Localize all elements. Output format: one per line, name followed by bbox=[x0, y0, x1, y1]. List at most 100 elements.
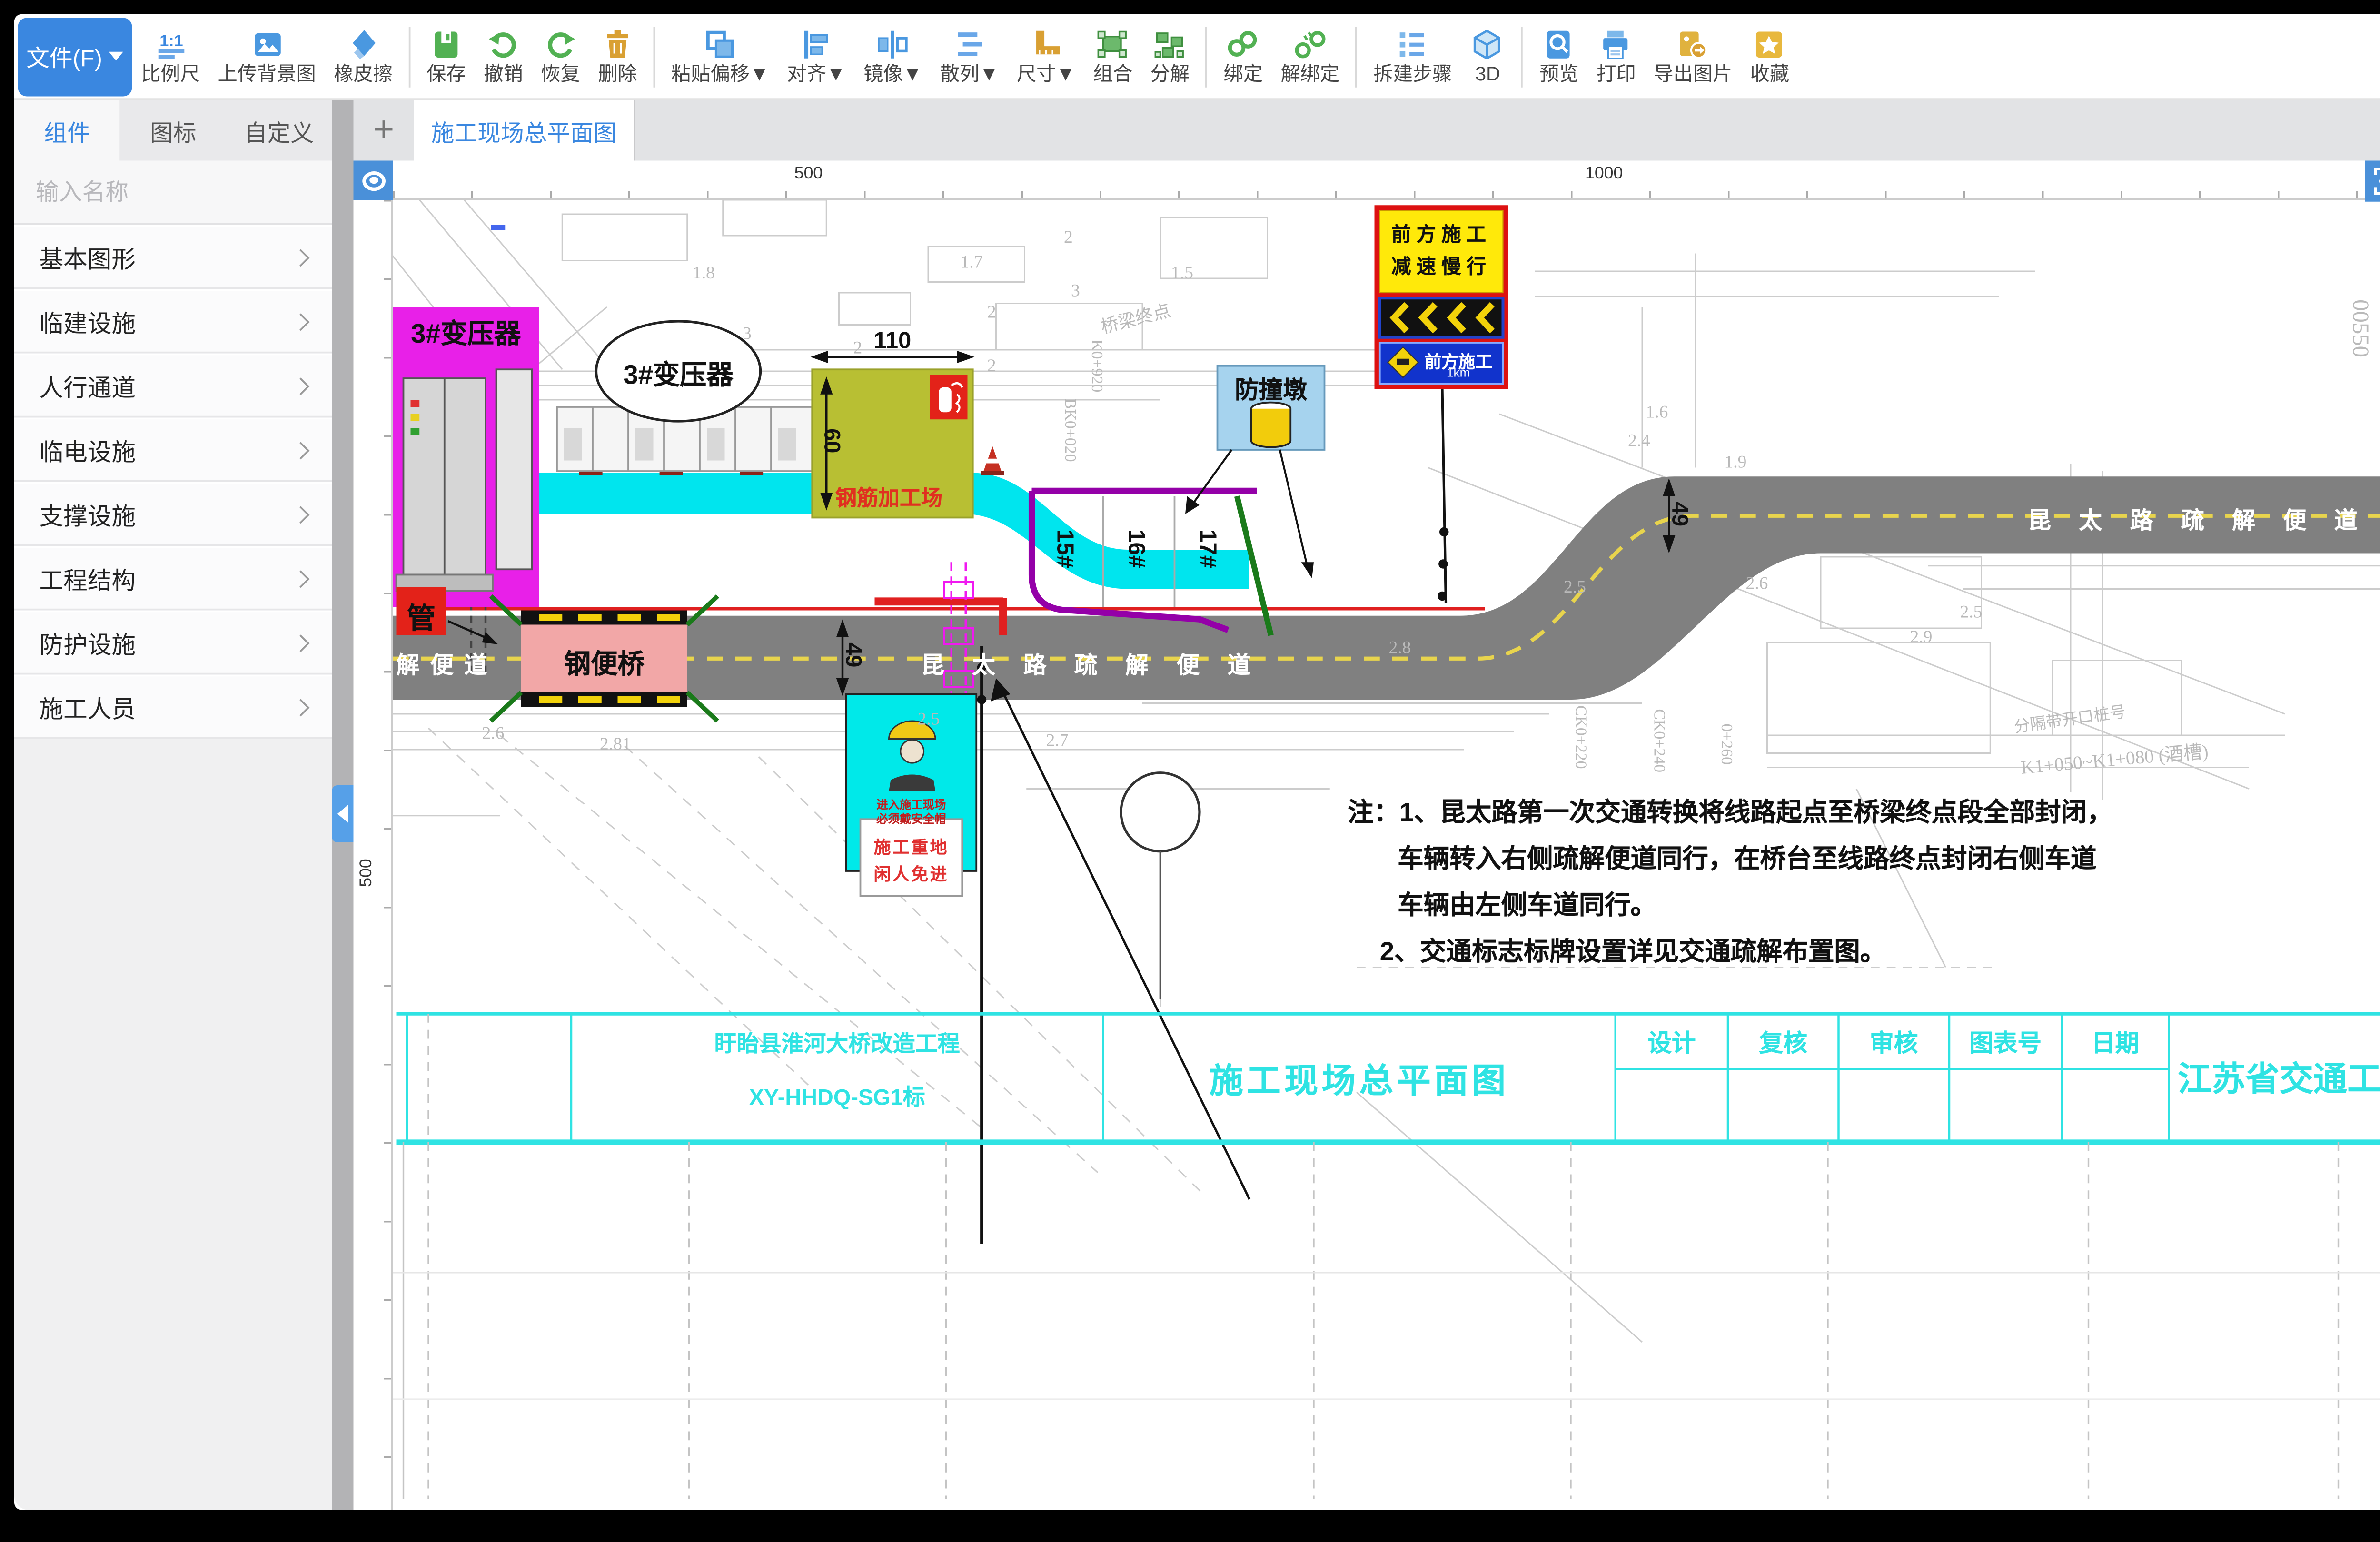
cad-label: CK0+220 bbox=[1572, 705, 1590, 769]
cad-label: 2 bbox=[1064, 228, 1073, 248]
sidebar-item-pedestrian[interactable]: 人行通道 bbox=[14, 354, 332, 418]
cad-label: 2.5 bbox=[918, 711, 940, 730]
build-steps-icon bbox=[1395, 26, 1430, 61]
sidebar-item-workers[interactable]: 施工人员 bbox=[14, 675, 332, 739]
pipe-label: 管 bbox=[397, 594, 446, 637]
worker-sign-line2: 必须戴安全帽 bbox=[846, 809, 977, 827]
search-input[interactable] bbox=[32, 177, 354, 207]
sidebar-item-structure[interactable]: 工程结构 bbox=[14, 546, 332, 611]
transformer-box-label: 3#变压器 bbox=[397, 314, 536, 352]
favorite-button[interactable]: 收藏 bbox=[1741, 15, 1798, 98]
paste-offset-button[interactable]: 粘贴偏移▼ bbox=[662, 15, 778, 98]
trash-icon bbox=[600, 26, 635, 61]
mirror-icon bbox=[875, 26, 911, 61]
collapse-sidebar-button[interactable] bbox=[332, 785, 354, 842]
ungroup-button[interactable]: 分解 bbox=[1141, 15, 1199, 98]
dimension-button[interactable]: 尺寸▼ bbox=[1008, 15, 1084, 98]
titleblock-col-date: 日期 bbox=[2062, 1023, 2169, 1058]
cad-blue-mark bbox=[491, 225, 505, 230]
add-tab-button[interactable]: + bbox=[354, 100, 415, 161]
delete-button[interactable]: 删除 bbox=[589, 15, 646, 98]
horizontal-ruler: 500 1000 1500 bbox=[393, 161, 2380, 200]
toolbar: 文件(F) 1:1 比例尺 上传背景图 橡皮擦 保存 撤销 恢复 bbox=[14, 14, 2380, 100]
cad-label: BK0+020 bbox=[1061, 398, 1080, 462]
tab-icons[interactable]: 图标 bbox=[120, 100, 226, 161]
export-image-button[interactable]: 导出图片 bbox=[1645, 15, 1741, 98]
component-search bbox=[14, 161, 332, 225]
chevron-right-icon bbox=[292, 248, 309, 266]
transformer-area[interactable] bbox=[393, 307, 539, 607]
worker-sign[interactable] bbox=[846, 646, 987, 1244]
transformer-ellipse-label: 3#变压器 bbox=[596, 355, 761, 393]
bind-button[interactable]: 绑定 bbox=[1215, 15, 1272, 98]
dim-60-label: 60 bbox=[819, 428, 844, 453]
print-button[interactable]: 打印 bbox=[1587, 15, 1645, 98]
origin-button[interactable] bbox=[354, 161, 393, 200]
align-button[interactable]: 对齐▼ bbox=[778, 15, 855, 98]
locate-button[interactable] bbox=[2365, 161, 2380, 202]
sign-yellow-line1: 前方施工 bbox=[1380, 219, 1503, 248]
scale-ruler-button[interactable]: 1:1 比例尺 bbox=[132, 15, 209, 98]
cad-label: K0+920 bbox=[1089, 339, 1107, 392]
screen: 文件(F) 1:1 比例尺 上传背景图 橡皮擦 保存 撤销 恢复 bbox=[0, 0, 2380, 1542]
cad-label: 1.6 bbox=[1646, 404, 1668, 423]
canvas-wrap: 500 1000 1500 500 bbox=[354, 161, 2380, 1510]
tab-components[interactable]: 组件 bbox=[14, 100, 120, 161]
build-steps-button[interactable]: 拆建步骤 bbox=[1365, 15, 1461, 98]
undo-button[interactable]: 撤销 bbox=[475, 15, 532, 98]
upload-background-icon bbox=[249, 26, 285, 61]
sidebar-item-basic-shapes[interactable]: 基本图形 bbox=[14, 225, 332, 289]
road-label-left: 解便道 bbox=[397, 646, 498, 680]
tab-custom[interactable]: 自定义 bbox=[226, 100, 332, 161]
cad-label: 2 bbox=[853, 339, 863, 359]
drawing-canvas[interactable]: 500 1000 1500 500 bbox=[354, 161, 2380, 1510]
sidebar-item-protection[interactable]: 防护设施 bbox=[14, 611, 332, 675]
triangle-left-icon bbox=[337, 805, 348, 823]
eraser-button[interactable]: 橡皮擦 bbox=[325, 15, 402, 98]
group-button[interactable]: 组合 bbox=[1084, 15, 1141, 98]
leader-arrow bbox=[991, 678, 1250, 1199]
sidebar-item-temp-facilities[interactable]: 临建设施 bbox=[14, 289, 332, 354]
cad-label: 3 bbox=[743, 325, 752, 345]
cad-label: 2.9 bbox=[1910, 628, 1933, 648]
site-plan-drawing[interactable]: 3#变压器 3#变压器 110 60 钢筋加工场 防撞墩 前方施工 减速慢行 前… bbox=[393, 200, 2380, 1508]
scale-ruler-icon: 1:1 bbox=[153, 26, 188, 61]
cube-icon bbox=[1470, 26, 1506, 61]
tab-site-plan[interactable]: 施工现场总平面图 bbox=[414, 100, 635, 161]
sidebar-tabs: 组件 图标 自定义 bbox=[14, 100, 332, 161]
bridge-label: 钢便桥 bbox=[521, 644, 687, 682]
upload-background-button[interactable]: 上传背景图 bbox=[209, 15, 325, 98]
unbind-button[interactable]: 解绑定 bbox=[1272, 15, 1349, 98]
cad-label: 0+260 bbox=[1718, 723, 1736, 765]
dim-110-label: 110 bbox=[853, 326, 932, 353]
sidebar-item-support[interactable]: 支撑设施 bbox=[14, 482, 332, 546]
rebar-yard-label: 钢筋加工场 bbox=[835, 482, 942, 513]
vertical-ruler: 500 bbox=[354, 200, 393, 1510]
cad-label: CK0+240 bbox=[1651, 709, 1669, 772]
preview-button[interactable]: 预览 bbox=[1530, 15, 1587, 98]
dimension-icon bbox=[1028, 26, 1064, 61]
view-3d-button[interactable]: 3D bbox=[1461, 15, 1515, 98]
crosshair-icon bbox=[2372, 166, 2380, 197]
left-splitter[interactable] bbox=[332, 100, 354, 1510]
cad-label: 1.8 bbox=[693, 264, 715, 284]
cad-label: 3 bbox=[1071, 282, 1080, 302]
target-circle-icon bbox=[361, 170, 385, 190]
cad-label: 2.4 bbox=[1628, 432, 1650, 452]
pier-16-label: 16# bbox=[1123, 529, 1150, 568]
group-icon bbox=[1095, 26, 1130, 61]
export-image-icon bbox=[1675, 26, 1711, 61]
redo-button[interactable]: 恢复 bbox=[532, 15, 589, 98]
star-icon bbox=[1752, 26, 1787, 61]
cad-label: 2.8 bbox=[1389, 639, 1411, 659]
file-menu-button[interactable]: 文件(F) bbox=[18, 17, 132, 96]
save-button[interactable]: 保存 bbox=[418, 15, 475, 98]
titleblock-col-no: 图表号 bbox=[1949, 1023, 2062, 1058]
chevron-right-icon bbox=[292, 441, 309, 458]
array-button[interactable]: 散列▼ bbox=[931, 15, 1008, 98]
mirror-button[interactable]: 镜像▼ bbox=[854, 15, 931, 98]
toolbar-divider bbox=[409, 26, 411, 87]
sidebar-item-temp-power[interactable]: 临电设施 bbox=[14, 418, 332, 482]
titleblock-project-line2: XY-HHDQ-SG1标 bbox=[571, 1078, 1103, 1112]
eraser-icon bbox=[346, 26, 381, 61]
